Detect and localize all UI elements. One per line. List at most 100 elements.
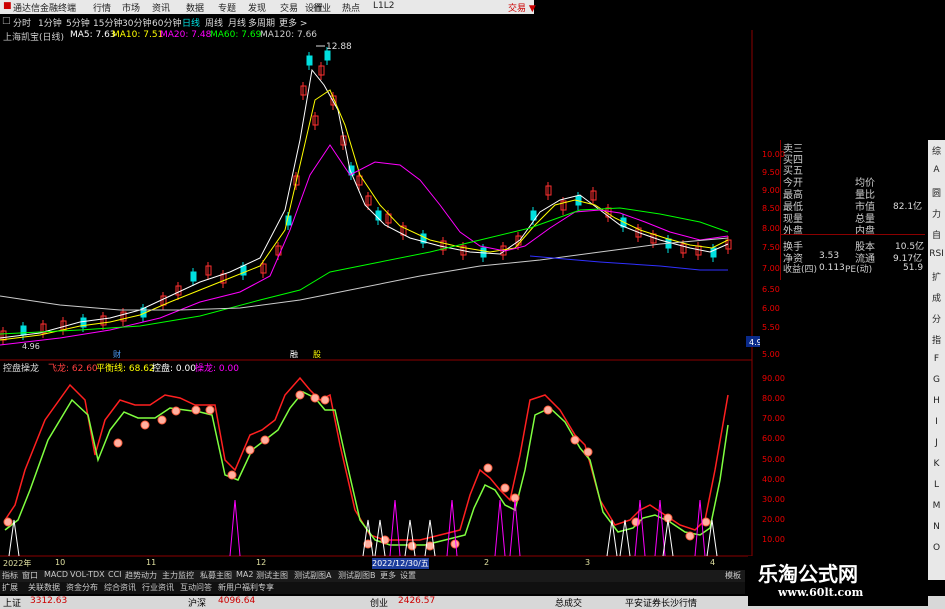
net-asset-value: 3.53 xyxy=(819,251,840,261)
info-tab[interactable]: 行业资讯 xyxy=(142,582,174,593)
index-label[interactable]: 沪深 xyxy=(188,596,206,609)
signal-dot xyxy=(295,390,305,400)
signal-dot xyxy=(140,420,150,430)
sidebar-button[interactable]: M xyxy=(929,501,944,511)
event-marker[interactable]: 融 xyxy=(290,349,298,359)
price-tick: 9.50 xyxy=(762,168,780,177)
indicator-name[interactable]: 控盘操龙 xyxy=(3,361,39,374)
signal-spike xyxy=(654,499,666,557)
sidebar-button[interactable]: L xyxy=(929,480,944,490)
sidebar-button[interactable]: 力 xyxy=(929,207,944,220)
osc-tick: 10.00 xyxy=(762,535,785,544)
sidebar-button[interactable]: 指 xyxy=(929,333,944,346)
signal-dot xyxy=(583,447,593,457)
date-tick: 2 xyxy=(484,558,490,567)
osc-tick: 50.00 xyxy=(762,455,785,464)
signal-dot xyxy=(701,517,711,527)
low-price-label: 4.96 xyxy=(22,342,40,351)
signal-dot xyxy=(450,539,460,549)
sidebar-button[interactable]: RSI xyxy=(929,249,944,259)
candle-body xyxy=(306,55,313,66)
signal-dot xyxy=(500,483,510,493)
sidebar-button[interactable]: J xyxy=(929,438,944,448)
balance-line xyxy=(4,391,729,546)
index-label[interactable]: 总成交 xyxy=(555,596,582,609)
indicator-item: 控盘: 0.00 xyxy=(152,364,196,374)
date-cursor-tick: 2022/12/30/五 xyxy=(372,558,429,569)
sidebar-button[interactable]: G xyxy=(929,375,944,385)
indicator-tab[interactable]: 测试副图A xyxy=(294,570,331,581)
signal-dot xyxy=(3,517,13,527)
date-tick: 2022年 xyxy=(3,559,32,568)
indicator-tab[interactable]: MACD xyxy=(44,570,68,579)
sidebar-button[interactable]: A xyxy=(929,165,944,175)
current-price-value: 4.96 xyxy=(749,338,760,347)
feilong-line xyxy=(4,376,729,541)
indicator-tab[interactable]: VOL-TDX xyxy=(70,570,105,579)
date-axis: 2022年 10 11 12 2022/12/30/五 2 3 4 xyxy=(0,558,752,569)
template-button[interactable]: 模板 xyxy=(725,570,741,581)
indicator-tabs: 指标 窗口 MACD VOL-TDX CCI 趋势动力 主力监控 私募主图 MA… xyxy=(0,570,745,582)
kline-chart[interactable]: 12.88 4.96 财 融 股 4.96 xyxy=(0,0,760,570)
price-tick: 9.00 xyxy=(762,186,780,195)
indicator-tab[interactable]: 主力监控 xyxy=(162,570,194,581)
panel-left-border xyxy=(780,140,781,280)
date-tick: 3 xyxy=(585,558,591,567)
sidebar-button[interactable]: 分 xyxy=(929,312,944,325)
signal-spike xyxy=(619,519,631,557)
indicator-tab[interactable]: 更多 xyxy=(380,570,396,581)
ma120-line xyxy=(0,237,729,311)
sidebar-button[interactable]: 圆 xyxy=(929,186,944,199)
indicator-item: 飞龙: 62.60 xyxy=(48,364,98,374)
price-tick: 8.00 xyxy=(762,224,780,233)
osc-tick: 60.00 xyxy=(762,434,785,443)
date-tick: 12 xyxy=(256,558,267,567)
info-tab[interactable]: 互动问答 xyxy=(180,582,212,593)
signal-dot xyxy=(205,405,215,415)
sidebar-button[interactable]: N xyxy=(929,522,944,532)
osc-tick: 80.00 xyxy=(762,394,785,403)
signal-dot xyxy=(113,438,123,448)
index-label[interactable]: 创业 xyxy=(370,596,388,609)
index-label[interactable]: 上证 xyxy=(3,596,21,609)
osc-tick: 20.00 xyxy=(762,515,785,524)
price-tick: 7.50 xyxy=(762,243,780,252)
sidebar-button[interactable]: 自 xyxy=(929,228,944,241)
signal-dot xyxy=(320,395,330,405)
indicator-tab[interactable]: 窗口 xyxy=(22,570,38,581)
indicator-tab[interactable]: 测试主图 xyxy=(256,570,288,581)
sidebar-button[interactable]: 综 xyxy=(929,144,944,157)
sidebar-button[interactable]: K xyxy=(929,459,944,469)
info-tab[interactable]: 关联数据 xyxy=(28,582,60,593)
sidebar-button[interactable]: O xyxy=(929,543,944,553)
indicator-tab[interactable]: 趋势动力 xyxy=(125,570,157,581)
info-tab[interactable]: 新用户福利专享 xyxy=(218,582,274,593)
right-sidebar: 综 A 圆力自 RSI 扩成分指 F G H I J K L M N O xyxy=(928,140,945,580)
date-tick: 4 xyxy=(710,558,716,567)
sidebar-button[interactable]: I xyxy=(929,417,944,427)
indicator-tab[interactable]: CCI xyxy=(108,570,122,579)
indicator-tab[interactable]: 测试副图B xyxy=(338,570,376,581)
sidebar-button[interactable]: 扩 xyxy=(929,270,944,283)
signal-dot xyxy=(157,415,167,425)
osc-tick: 30.00 xyxy=(762,495,785,504)
osc-spikes-group xyxy=(8,499,718,557)
quote-panel: 卖三 买四 买五 今开 均价 最高 量比 最低 市值 82.1亿 现量 总量 外… xyxy=(780,140,925,280)
event-marker[interactable]: 股 xyxy=(313,350,321,359)
info-tab[interactable]: 综合资讯 xyxy=(104,582,136,593)
sidebar-button[interactable]: H xyxy=(929,396,944,406)
sidebar-button[interactable]: 成 xyxy=(929,291,944,304)
info-tab[interactable]: 资金分布 xyxy=(66,582,98,593)
broker-label[interactable]: 平安证券长沙行情 xyxy=(625,596,697,609)
info-tab[interactable]: 扩展 xyxy=(2,582,18,593)
watermark: 乐淘公式网 www.60lt.com xyxy=(748,556,928,606)
indicator-tab[interactable]: 指标 xyxy=(2,570,18,581)
indicator-tab[interactable]: 私募主图 xyxy=(200,570,232,581)
signal-dot xyxy=(310,393,320,403)
indicator-tab[interactable]: MA2 xyxy=(236,570,253,579)
sidebar-button[interactable]: F xyxy=(929,354,944,364)
indicator-tab[interactable]: 设置 xyxy=(400,570,416,581)
oscillator-group xyxy=(3,376,729,557)
signal-spike xyxy=(389,499,401,557)
event-marker[interactable]: 财 xyxy=(113,349,121,359)
